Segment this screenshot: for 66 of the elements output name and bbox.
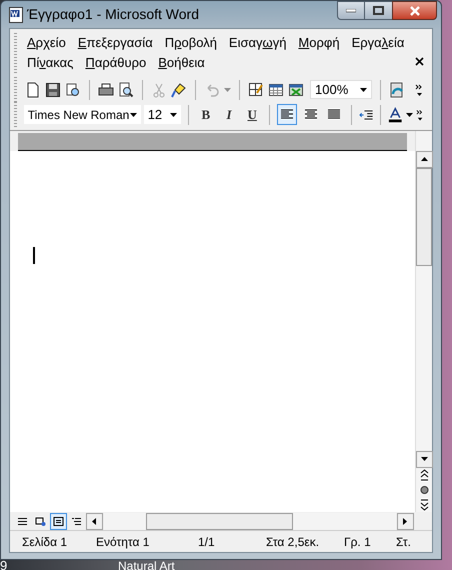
menu-item[interactable]: Εισαγωγή <box>222 33 292 53</box>
menu-item[interactable]: Προβολή <box>158 33 223 53</box>
table-icon[interactable] <box>268 82 284 98</box>
menu-item[interactable]: Πίνακας <box>21 53 80 73</box>
close-button[interactable] <box>392 1 437 20</box>
scroll-up-button[interactable] <box>416 151 433 168</box>
zoom-dropdown[interactable]: 100% <box>310 80 372 99</box>
horizontal-scrollbar[interactable] <box>104 512 396 530</box>
document-magnifier-icon[interactable] <box>65 82 81 98</box>
toolbar-options-icon[interactable] <box>416 108 424 122</box>
status-text: Γρ. 1 <box>343 534 372 550</box>
maximize-icon <box>373 6 384 15</box>
text-cursor <box>33 247 35 264</box>
scroll-right-button[interactable] <box>397 512 414 530</box>
print-layout-icon[interactable] <box>50 512 67 530</box>
align-left-icon <box>280 109 294 120</box>
align-center-icon <box>304 109 318 120</box>
arrow-left-icon <box>90 516 99 526</box>
decrease-indent-icon[interactable] <box>358 108 374 120</box>
print-preview-icon[interactable] <box>118 82 134 98</box>
font-dropdown[interactable]: Times New Roman <box>24 105 141 124</box>
printer-icon[interactable] <box>98 82 114 98</box>
caret-icon[interactable] <box>360 88 367 92</box>
scroll-down-button[interactable] <box>416 451 433 468</box>
menu-item[interactable]: Επεξεργασία <box>72 33 159 53</box>
bold-button[interactable]: B <box>196 104 216 125</box>
menu-item[interactable]: Βοήθεια <box>152 53 211 73</box>
spreadsheet-icon[interactable] <box>288 82 304 98</box>
justify-icon <box>326 109 341 120</box>
caret-icon[interactable] <box>170 112 177 116</box>
new-document-icon[interactable] <box>25 82 41 98</box>
menu-item[interactable]: Εργαλεία <box>346 33 410 53</box>
font-color-icon[interactable] <box>388 106 403 122</box>
save-icon[interactable] <box>45 82 61 98</box>
italic-button[interactable]: I <box>218 104 240 125</box>
menu-item[interactable]: Μορφή <box>292 33 346 53</box>
status-text: Στα 2,5εκ. <box>265 534 320 550</box>
desktop-icon-label: Natural Art <box>118 560 175 570</box>
menu-item[interactable]: Αρχείο <box>21 33 72 53</box>
close-icon <box>408 6 420 16</box>
status-text: 1/1 <box>197 534 216 550</box>
caret-icon[interactable] <box>130 112 137 116</box>
window-title: Έγγραφο1 - Microsoft Word <box>27 5 199 24</box>
brush-icon[interactable] <box>171 82 187 98</box>
research-icon[interactable] <box>389 82 405 98</box>
menu-item[interactable]: Παράθυρο <box>79 53 152 73</box>
word-document-icon[interactable] <box>9 6 23 22</box>
arrow-up-icon <box>420 155 429 164</box>
maximize-button[interactable] <box>365 1 392 20</box>
status-text: Σελίδα 1 <box>21 534 68 550</box>
toolbar-options-icon[interactable] <box>415 82 424 96</box>
scroll-left-button[interactable] <box>86 512 103 530</box>
font-size-dropdown[interactable]: 12 <box>144 105 181 124</box>
status-text: Ενότητα 1 <box>95 534 150 550</box>
scroll-thumb[interactable] <box>416 168 432 266</box>
table-pencil-icon[interactable] <box>248 82 264 98</box>
status-text: Στ. <box>395 534 411 550</box>
align-button[interactable] <box>277 104 298 125</box>
scroll-thumb[interactable] <box>146 512 293 530</box>
close-icon[interactable] <box>415 57 424 66</box>
vertical-scrollbar[interactable] <box>415 131 432 512</box>
caret-icon[interactable] <box>406 112 413 116</box>
underline-button[interactable]: U <box>242 104 262 125</box>
minimize-icon <box>346 8 356 12</box>
minimize-button[interactable] <box>337 1 365 20</box>
desktop-label: 9 <box>0 559 8 570</box>
